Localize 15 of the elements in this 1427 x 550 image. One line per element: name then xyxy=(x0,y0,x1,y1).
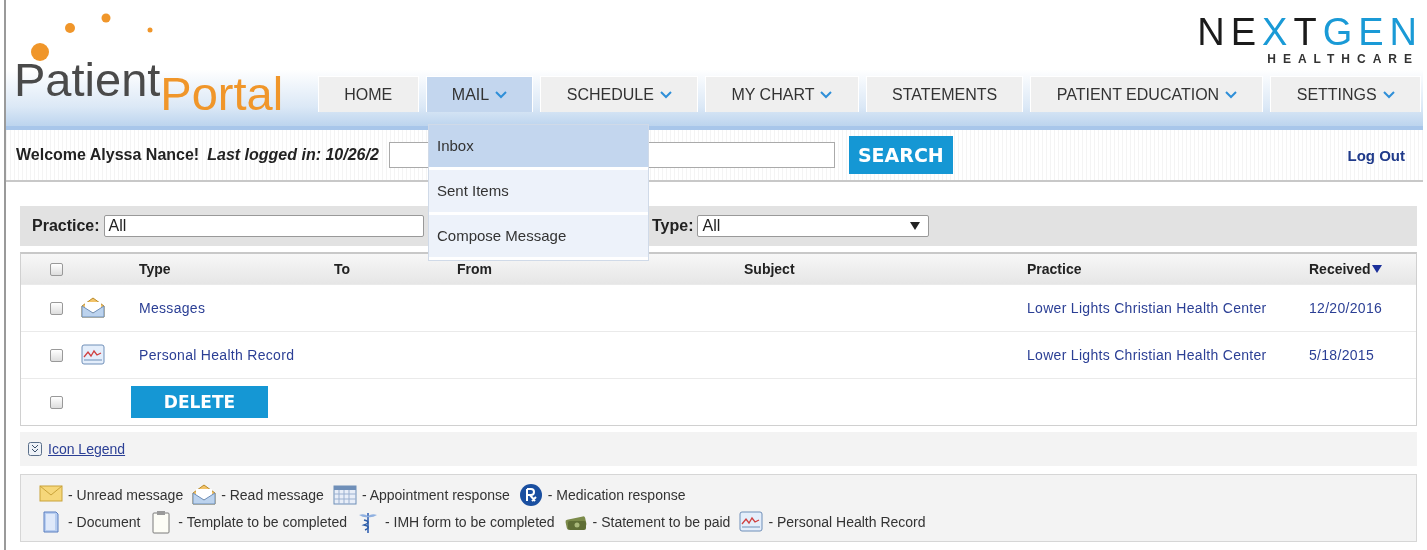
filter-label: Type: xyxy=(652,217,694,235)
legend-text: - Template to be completed xyxy=(178,513,347,530)
legend-text: - Document xyxy=(68,513,141,530)
legend-text: - Appointment response xyxy=(361,486,510,503)
legend-text: - Unread message xyxy=(68,486,184,503)
legend-text: - Read message xyxy=(221,486,324,503)
filter-label: Practice: xyxy=(32,217,100,235)
legend-text: - Personal Health Record xyxy=(768,513,926,530)
brand-tagline: HEALTHCARE xyxy=(1267,52,1419,66)
legend-text: - Medication response xyxy=(547,486,686,503)
legend-text: - IMH form to be completed xyxy=(385,513,555,530)
legend-text: - Statement to be paid xyxy=(592,513,731,530)
welcome-text: Welcome Alyssa Nance! xyxy=(16,146,200,164)
brand-logo-text: NE XT GEN xyxy=(1197,12,1423,52)
last-login-text: Last logged in: 10/26/2 xyxy=(207,146,379,164)
